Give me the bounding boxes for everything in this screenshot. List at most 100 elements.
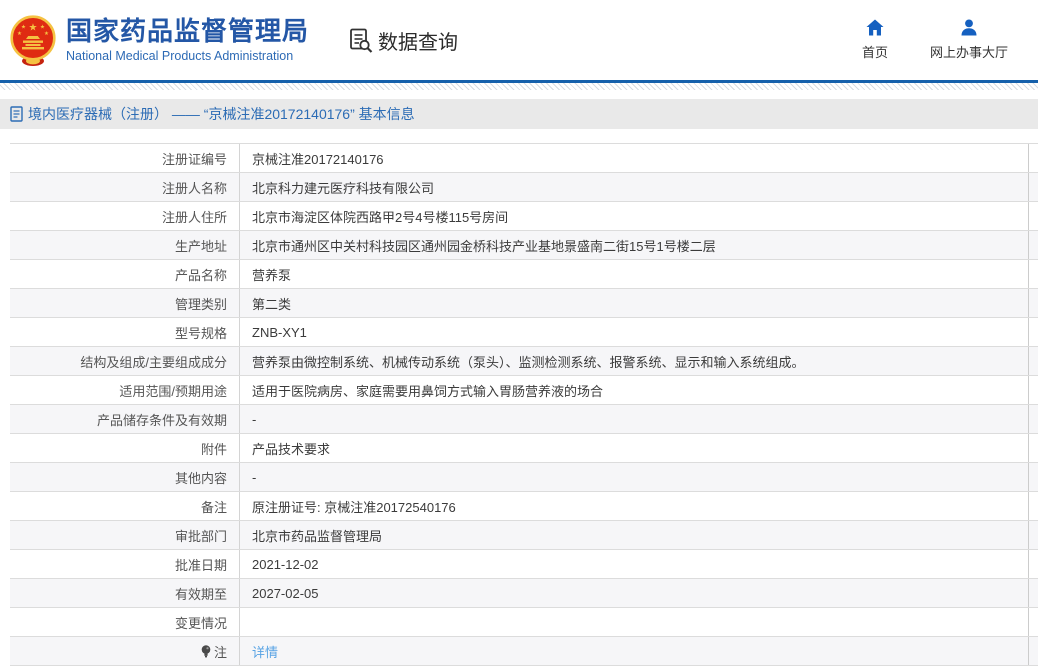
row-value: 第二类	[240, 289, 1029, 317]
row-label: 变更情况	[10, 608, 240, 636]
org-name-en: National Medical Products Administration	[66, 49, 309, 63]
data-query-nav[interactable]: 数据查询	[347, 26, 458, 55]
table-row: 产品名称营养泵	[10, 260, 1038, 289]
detail-link[interactable]: 详情	[252, 642, 278, 661]
data-query-label: 数据查询	[378, 26, 458, 55]
row-value: 营养泵	[240, 260, 1029, 288]
row-edge-sliver	[1029, 608, 1038, 636]
row-value: 北京市海淀区体院西路甲2号4号楼115号房间	[240, 202, 1029, 230]
row-value: 北京科力建元医疗科技有限公司	[240, 173, 1029, 201]
row-label: 注	[10, 637, 240, 665]
table-row: 有效期至2027-02-05	[10, 579, 1038, 608]
info-table: 注册证编号京械注准20172140176注册人名称北京科力建元医疗科技有限公司注…	[10, 143, 1038, 666]
table-row: 批准日期2021-12-02	[10, 550, 1038, 579]
bulb-icon	[201, 645, 211, 658]
row-edge-sliver	[1029, 463, 1038, 491]
row-edge-sliver	[1029, 637, 1038, 665]
table-row: 备注原注册证号: 京械注准20172540176	[10, 492, 1038, 521]
row-label: 产品储存条件及有效期	[10, 405, 240, 433]
table-row: 审批部门北京市药品监督管理局	[10, 521, 1038, 550]
row-label: 备注	[10, 492, 240, 520]
page-title-bar: 境内医疗器械（注册） —— “京械注准20172140176” 基本信息	[0, 99, 1038, 129]
row-edge-sliver	[1029, 579, 1038, 607]
svg-text:★: ★	[40, 25, 45, 31]
row-value: 北京市通州区中关村科技园区通州园金桥科技产业基地景盛南二街15号1号楼二层	[240, 231, 1029, 259]
svg-text:★: ★	[17, 31, 22, 37]
spacer	[0, 129, 1038, 143]
row-label: 适用范围/预期用途	[10, 376, 240, 404]
row-value: 原注册证号: 京械注准20172540176	[240, 492, 1029, 520]
row-edge-sliver	[1029, 405, 1038, 433]
row-edge-sliver	[1029, 492, 1038, 520]
row-value: 产品技术要求	[240, 434, 1029, 462]
row-label: 管理类别	[10, 289, 240, 317]
row-edge-sliver	[1029, 347, 1038, 375]
row-value: ZNB-XY1	[240, 318, 1029, 346]
table-row: 注册人住所北京市海淀区体院西路甲2号4号楼115号房间	[10, 202, 1038, 231]
national-emblem-icon: ★ ★ ★ ★ ★	[8, 14, 58, 68]
nav-online-hall[interactable]: 网上办事大厅	[930, 19, 1008, 61]
table-row: 适用范围/预期用途适用于医院病房、家庭需要用鼻饲方式输入胃肠营养液的场合	[10, 376, 1038, 405]
row-value: 适用于医院病房、家庭需要用鼻饲方式输入胃肠营养液的场合	[240, 376, 1029, 404]
svg-text:★: ★	[21, 25, 26, 31]
row-edge-sliver	[1029, 550, 1038, 578]
row-edge-sliver	[1029, 434, 1038, 462]
hatch-strip	[0, 83, 1038, 90]
table-row: 变更情况	[10, 608, 1038, 637]
row-edge-sliver	[1029, 289, 1038, 317]
row-value: 营养泵由微控制系统、机械传动系统（泵头）、监测检测系统、报警系统、显示和输入系统…	[240, 347, 1029, 375]
table-row: 附件产品技术要求	[10, 434, 1038, 463]
site-logo[interactable]: ★ ★ ★ ★ ★ 国家药品监督管理局 National Medical Pro…	[8, 12, 309, 68]
user-icon	[960, 19, 978, 36]
site-header: ★ ★ ★ ★ ★ 国家药品监督管理局 National Medical Pro…	[0, 0, 1038, 80]
home-icon	[866, 19, 884, 36]
row-label: 注册证编号	[10, 144, 240, 172]
table-row: 型号规格ZNB-XY1	[10, 318, 1038, 347]
row-label: 注册人名称	[10, 173, 240, 201]
row-label: 其他内容	[10, 463, 240, 491]
table-row: 产品储存条件及有效期-	[10, 405, 1038, 434]
table-row: 注册证编号京械注准20172140176	[10, 144, 1038, 173]
table-row: 生产地址北京市通州区中关村科技园区通州园金桥科技产业基地景盛南二街15号1号楼二…	[10, 231, 1038, 260]
row-label: 生产地址	[10, 231, 240, 259]
nav-home-label: 首页	[862, 42, 888, 61]
svg-text:★: ★	[44, 31, 49, 37]
table-row: 结构及组成/主要组成成分营养泵由微控制系统、机械传动系统（泵头）、监测检测系统、…	[10, 347, 1038, 376]
row-value: 北京市药品监督管理局	[240, 521, 1029, 549]
svg-text:★: ★	[29, 23, 38, 34]
page-title: 境内医疗器械（注册） —— “京械注准20172140176” 基本信息	[28, 104, 415, 124]
row-value: -	[240, 463, 1029, 491]
nav-home[interactable]: 首页	[862, 19, 888, 61]
table-row: 其他内容-	[10, 463, 1038, 492]
row-label: 附件	[10, 434, 240, 462]
row-label: 有效期至	[10, 579, 240, 607]
row-label: 注册人住所	[10, 202, 240, 230]
row-edge-sliver	[1029, 202, 1038, 230]
row-value: 详情	[240, 637, 1029, 665]
row-edge-sliver	[1029, 376, 1038, 404]
table-row: 管理类别第二类	[10, 289, 1038, 318]
document-search-icon	[347, 27, 374, 54]
row-label: 产品名称	[10, 260, 240, 288]
row-edge-sliver	[1029, 144, 1038, 172]
nav-online-hall-label: 网上办事大厅	[930, 42, 1008, 61]
top-right-nav: 首页 网上办事大厅	[862, 19, 1008, 61]
row-value: 2021-12-02	[240, 550, 1029, 578]
row-value: 2027-02-05	[240, 579, 1029, 607]
row-edge-sliver	[1029, 231, 1038, 259]
row-edge-sliver	[1029, 521, 1038, 549]
row-label: 批准日期	[10, 550, 240, 578]
org-name-cn: 国家药品监督管理局	[66, 17, 309, 47]
row-label: 审批部门	[10, 521, 240, 549]
row-edge-sliver	[1029, 173, 1038, 201]
row-value: 京械注准20172140176	[240, 144, 1029, 172]
table-row: 注册人名称北京科力建元医疗科技有限公司	[10, 173, 1038, 202]
row-edge-sliver	[1029, 260, 1038, 288]
row-value	[240, 608, 1029, 636]
row-label: 结构及组成/主要组成成分	[10, 347, 240, 375]
table-row: 注详情	[10, 637, 1038, 666]
row-value: -	[240, 405, 1029, 433]
spacer	[0, 90, 1038, 99]
row-edge-sliver	[1029, 318, 1038, 346]
document-icon	[10, 106, 23, 122]
